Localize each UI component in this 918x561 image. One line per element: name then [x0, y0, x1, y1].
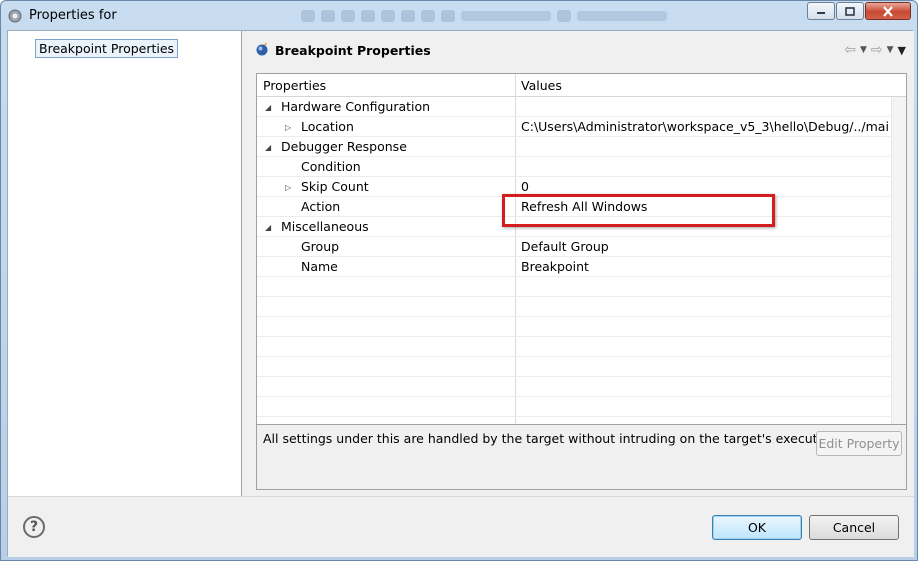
- properties-table: Properties Values ◢ Hardware Configuratio…: [256, 73, 907, 490]
- property-name: Condition: [301, 159, 361, 174]
- minimize-button[interactable]: [807, 2, 835, 20]
- window-controls: [807, 2, 911, 20]
- table-row[interactable]: ◢ Miscellaneous: [257, 217, 890, 237]
- property-name: Debugger Response: [281, 139, 407, 154]
- property-value[interactable]: Refresh All Windows: [521, 199, 889, 214]
- table-row[interactable]: ▷ Location C:\Users\Administrator\workspac…: [257, 117, 890, 137]
- table-row[interactable]: ◢ Debugger Response: [257, 137, 890, 157]
- button-bar: ? OK Cancel: [8, 496, 914, 557]
- property-name: Miscellaneous: [281, 219, 369, 234]
- table-row[interactable]: Group Default Group: [257, 237, 890, 257]
- property-value[interactable]: C:\Users\Administrator\workspace_v5_3\he…: [521, 119, 889, 134]
- breakpoint-icon: [256, 42, 268, 56]
- table-rows: ◢ Hardware Configuration ▷ Location C:\Users…: [257, 97, 890, 417]
- vertical-scrollbar[interactable]: [891, 97, 906, 424]
- background-toolbar-ghost: [301, 9, 801, 23]
- description-panel: All settings under this are handled by t…: [257, 424, 906, 489]
- property-value[interactable]: Breakpoint: [521, 259, 889, 274]
- help-icon[interactable]: ?: [23, 516, 45, 538]
- property-name: Skip Count: [301, 179, 369, 194]
- table-row[interactable]: Action Refresh All Windows: [257, 197, 890, 217]
- empty-table-row: [257, 337, 890, 357]
- title-bar[interactable]: Properties for: [1, 1, 917, 30]
- table-row[interactable]: ▷ Skip Count 0: [257, 177, 890, 197]
- collapsed-toggle-icon[interactable]: ▷: [285, 183, 291, 192]
- edit-property-button[interactable]: Edit Property: [816, 431, 902, 456]
- properties-dialog: Properties for Breakpoint Properties Bre…: [0, 0, 918, 561]
- view-menu-icon[interactable]: ▼: [898, 44, 906, 57]
- expanded-toggle-icon[interactable]: ◢: [265, 223, 271, 232]
- empty-table-row: [257, 317, 890, 337]
- table-row[interactable]: ◢ Hardware Configuration: [257, 97, 890, 117]
- empty-table-row: [257, 277, 890, 297]
- table-row[interactable]: Condition: [257, 157, 890, 177]
- empty-table-row: [257, 357, 890, 377]
- column-header-values[interactable]: Values: [521, 78, 562, 93]
- close-icon: [883, 5, 893, 17]
- minimize-icon: [817, 12, 825, 14]
- empty-table-row: [257, 377, 890, 397]
- property-name: Location: [301, 119, 354, 134]
- empty-table-row: [257, 297, 890, 317]
- tree-item-breakpoint-properties[interactable]: Breakpoint Properties: [35, 39, 179, 58]
- property-value[interactable]: 0: [521, 179, 889, 194]
- forward-history-dropdown-icon[interactable]: ▼: [887, 45, 894, 55]
- properties-tree: Breakpoint Properties: [8, 31, 242, 496]
- column-header-properties[interactable]: Properties: [263, 78, 326, 93]
- cancel-button[interactable]: Cancel: [809, 515, 899, 540]
- dialog-client-area: Breakpoint Properties Breakpoint Propert…: [7, 30, 914, 557]
- maximize-icon: [845, 6, 855, 16]
- property-name: Name: [301, 259, 338, 274]
- property-name: Group: [301, 239, 340, 254]
- gear-icon: [8, 9, 22, 23]
- window-title: Properties for: [29, 8, 117, 23]
- back-arrow-icon[interactable]: ⇦: [844, 42, 856, 58]
- maximize-button[interactable]: [836, 2, 864, 20]
- property-description: All settings under this are handled by t…: [263, 431, 837, 446]
- empty-table-row: [257, 397, 890, 417]
- property-value[interactable]: Default Group: [521, 239, 889, 254]
- page-navigation: ⇦ ▼ ⇨ ▼ ▼: [844, 42, 906, 58]
- property-name: Action: [301, 199, 341, 214]
- expanded-toggle-icon[interactable]: ◢: [265, 143, 271, 152]
- table-header: Properties Values: [257, 74, 906, 97]
- properties-page: Breakpoint Properties ⇦ ▼ ⇨ ▼ ▼ Properti…: [243, 31, 914, 496]
- property-name: Hardware Configuration: [281, 99, 431, 114]
- page-title: Breakpoint Properties: [275, 43, 431, 58]
- table-row[interactable]: Name Breakpoint: [257, 257, 890, 277]
- forward-arrow-icon[interactable]: ⇨: [871, 42, 883, 58]
- ok-button[interactable]: OK: [712, 515, 802, 540]
- collapsed-toggle-icon[interactable]: ▷: [285, 123, 291, 132]
- close-button[interactable]: [865, 2, 911, 20]
- back-history-dropdown-icon[interactable]: ▼: [860, 45, 867, 55]
- expanded-toggle-icon[interactable]: ◢: [265, 103, 271, 112]
